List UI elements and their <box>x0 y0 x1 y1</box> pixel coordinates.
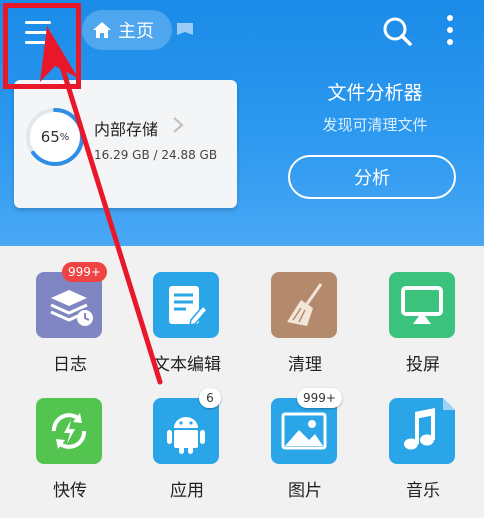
annotation-highlight-box <box>3 3 81 89</box>
tile-label-images: 图片 <box>288 481 322 501</box>
storage-title: 内部存储 <box>94 120 159 139</box>
breadcrumb-home[interactable]: 主页 <box>82 10 172 50</box>
tools-grid: 999+ 日志 文本编辑 清理 投屏 快传 6 应用 999+ 图片 音乐 <box>0 246 484 518</box>
tile-clean[interactable]: 清理 <box>255 272 355 392</box>
tile-label-cast: 投屏 <box>406 355 440 375</box>
tile-apps[interactable]: 6 应用 <box>137 388 237 518</box>
tile-label-clean: 清理 <box>288 355 322 375</box>
tile-cast[interactable]: 投屏 <box>373 272 473 392</box>
analyzer-title: 文件分析器 <box>327 82 423 104</box>
tile-log[interactable]: 999+ 日志 <box>20 262 120 392</box>
broom-icon <box>271 272 337 338</box>
quick-transfer-icon <box>36 398 102 464</box>
tile-quick-transfer[interactable]: 快传 <box>20 398 120 518</box>
images-badge: 999+ <box>297 388 342 408</box>
analyze-button[interactable]: 分析 <box>288 155 456 199</box>
tile-label-log: 日志 <box>53 355 87 375</box>
tag-icon <box>177 23 193 35</box>
storage-size: 16.29 GB / 24.88 GB <box>94 148 218 162</box>
storage-percent: 65% <box>24 106 86 168</box>
storage-percent-unit: % <box>59 131 70 143</box>
apps-badge: 6 <box>199 388 221 408</box>
tile-label-apps: 应用 <box>170 481 204 501</box>
tile-music[interactable]: 音乐 <box>373 398 473 518</box>
storage-percent-value: 65 <box>40 128 60 146</box>
internal-storage-card[interactable]: 65% 内部存储 16.29 GB / 24.88 GB <box>14 80 237 208</box>
search-icon[interactable] <box>380 14 414 48</box>
tile-label-quick-transfer: 快传 <box>53 481 87 501</box>
home-icon <box>92 20 112 40</box>
log-badge: 999+ <box>62 262 107 282</box>
text-edit-icon <box>153 272 219 338</box>
more-vert-icon[interactable] <box>437 12 463 48</box>
tile-images[interactable]: 999+ 图片 <box>255 388 355 518</box>
cast-icon <box>389 272 455 338</box>
analyzer-subtitle: 发现可清理文件 <box>322 116 428 134</box>
chevron-right-icon <box>173 117 184 133</box>
tile-label-music: 音乐 <box>406 481 440 501</box>
tile-text-editor[interactable]: 文本编辑 <box>137 272 237 392</box>
breadcrumb-home-label: 主页 <box>118 21 154 42</box>
tile-label-text-editor: 文本编辑 <box>153 355 221 375</box>
music-icon <box>389 398 455 464</box>
